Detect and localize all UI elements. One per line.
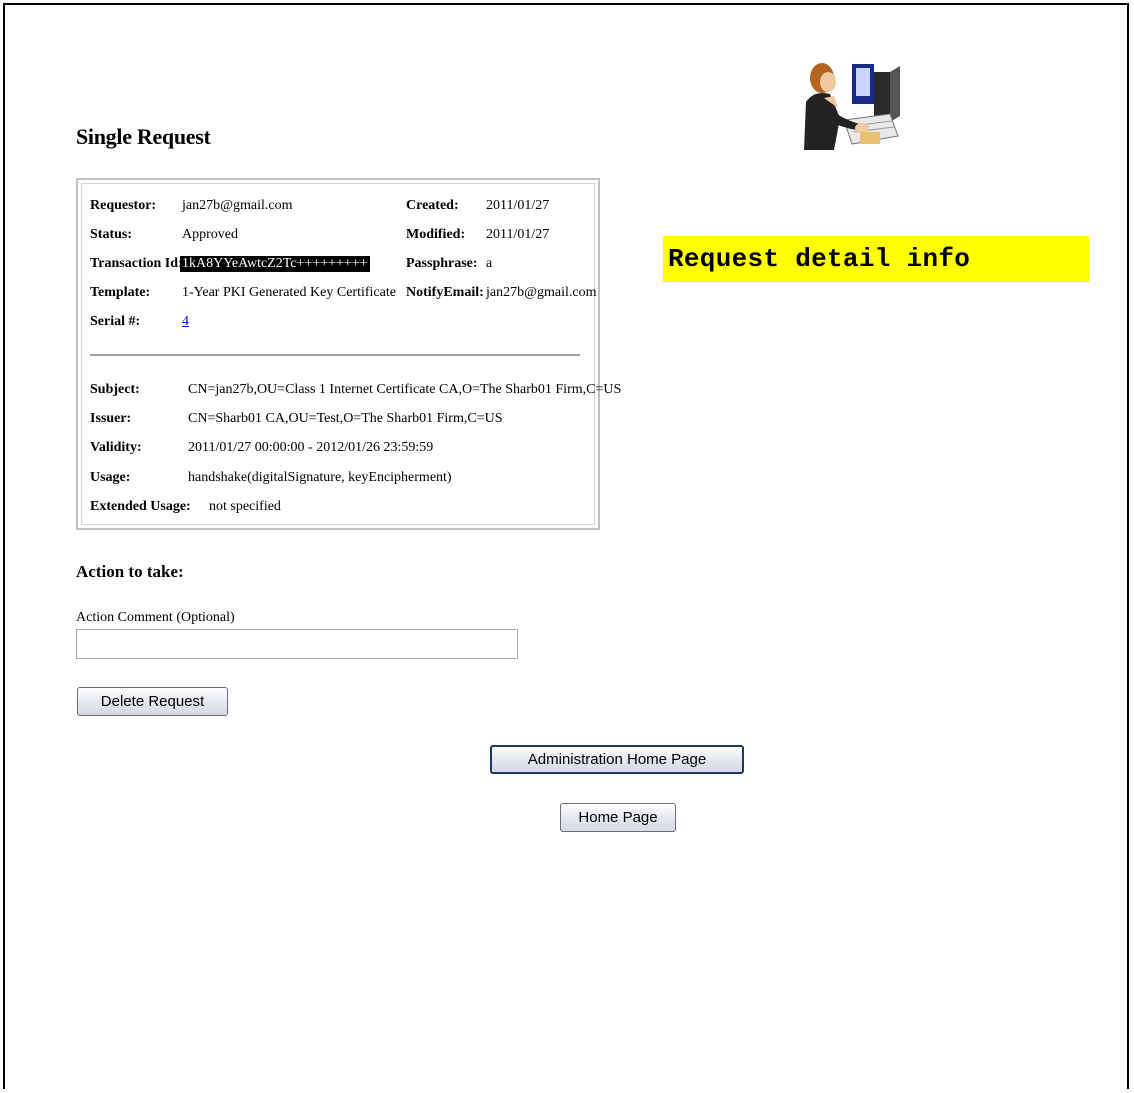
delete-request-button[interactable]: Delete Request — [77, 687, 228, 716]
transaction-id-value: 1kA8YYeAwtcZ2Tc+++++++++ — [180, 256, 370, 272]
created-label: Created: — [406, 198, 459, 213]
page-title: Single Request — [76, 124, 211, 149]
action-comment-input[interactable] — [76, 629, 518, 659]
template-label: Template: — [90, 285, 151, 300]
requestor-value: jan27b@gmail.com — [182, 198, 293, 213]
status-value: Approved — [182, 227, 238, 242]
created-value: 2011/01/27 — [486, 198, 550, 213]
subject-value: CN=jan27b,OU=Class 1 Internet Certificat… — [188, 382, 622, 397]
usage-value: handshake(digitalSignature, keyEncipherm… — [188, 470, 452, 485]
home-page-button[interactable]: Home Page — [560, 803, 676, 832]
usage-label: Usage: — [90, 470, 131, 485]
validity-value: 2011/01/27 00:00:00 - 2012/01/26 23:59:5… — [188, 440, 434, 455]
page-frame — [3, 3, 1129, 1089]
extended-usage-value: not specified — [209, 499, 281, 514]
requestor-label: Requestor: — [90, 198, 157, 213]
modified-label: Modified: — [406, 227, 466, 242]
status-label: Status: — [90, 227, 133, 242]
notify-email-value: jan27b@gmail.com — [486, 285, 597, 300]
notify-email-label: NotifyEmail: — [406, 285, 484, 300]
action-comment-label: Action Comment (Optional) — [76, 610, 235, 625]
serial-label: Serial #: — [90, 314, 141, 329]
serial-link[interactable]: 4 — [182, 314, 189, 330]
issuer-value: CN=Sharb01 CA,OU=Test,O=The Sharb01 Firm… — [188, 411, 503, 426]
validity-label: Validity: — [90, 440, 142, 455]
user-at-computer-icon — [800, 58, 900, 150]
transaction-id-label: Transaction Id: — [90, 256, 183, 271]
request-detail-panel: Requestor: jan27b@gmail.com Created: 201… — [76, 178, 621, 530]
passphrase-value: a — [486, 256, 493, 271]
issuer-label: Issuer: — [90, 411, 132, 426]
annotation-label: Request detail info — [663, 236, 1089, 282]
action-heading: Action to take: — [76, 562, 184, 581]
modified-value: 2011/01/27 — [486, 227, 550, 242]
subject-label: Subject: — [90, 382, 140, 397]
extended-usage-label: Extended Usage: — [90, 499, 191, 514]
administration-home-page-button[interactable]: Administration Home Page — [490, 745, 744, 774]
passphrase-label: Passphrase: — [406, 256, 478, 271]
template-value: 1-Year PKI Generated Key Certificate — [182, 285, 396, 300]
divider — [90, 354, 580, 356]
